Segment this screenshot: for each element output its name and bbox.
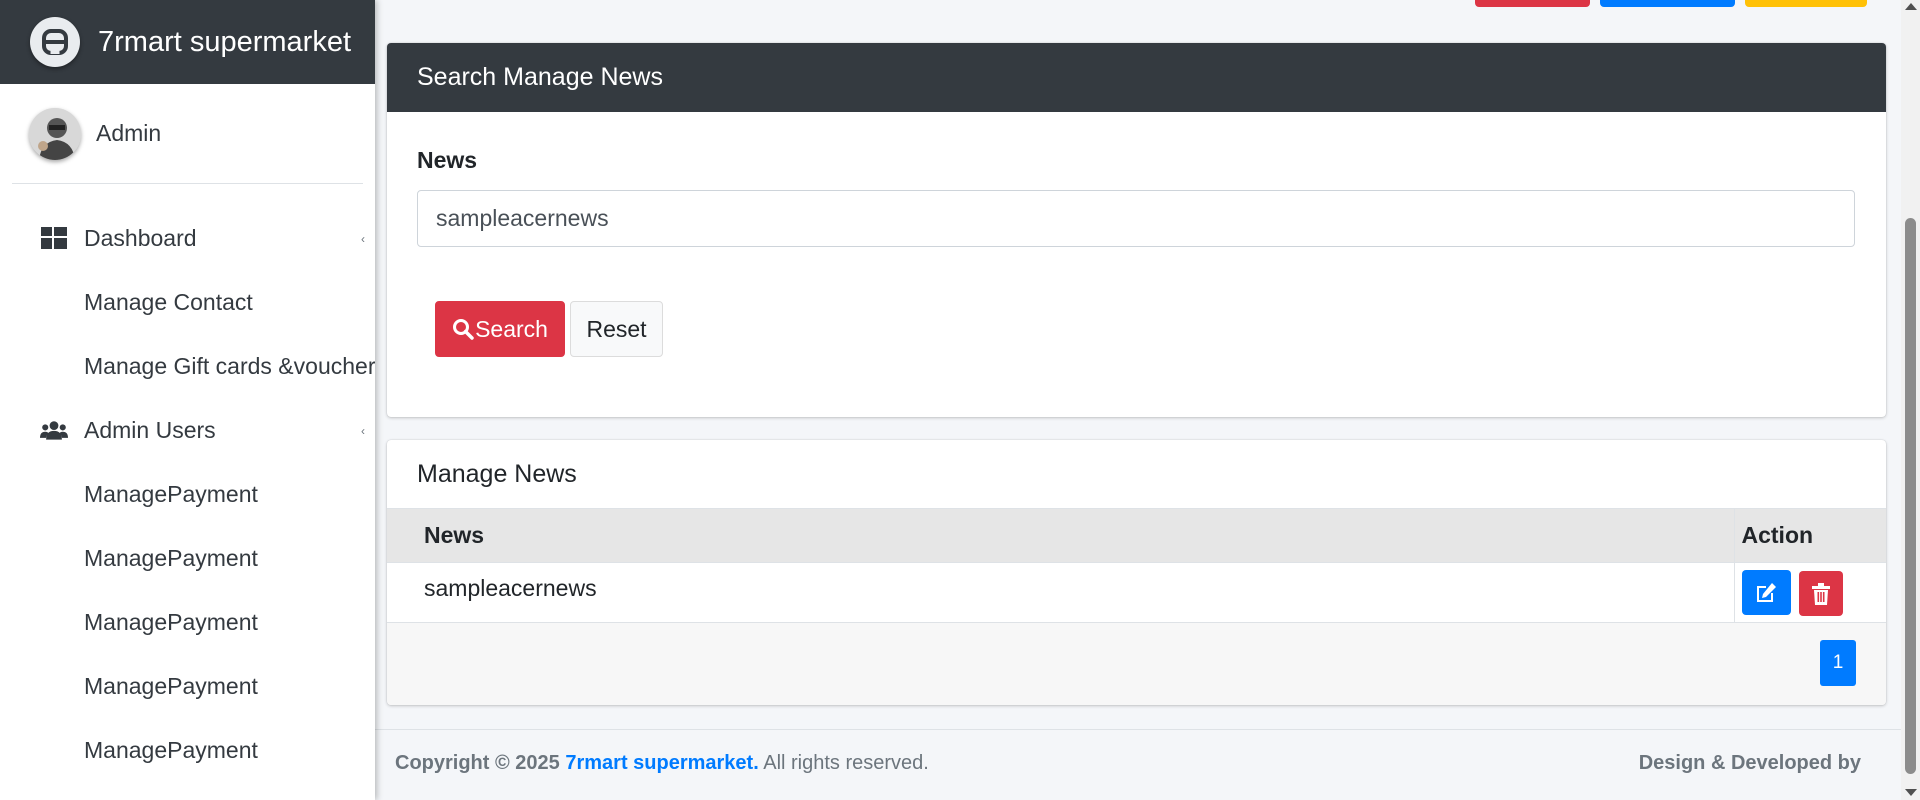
scroll-down-icon[interactable] bbox=[1905, 789, 1917, 796]
sidebar-item-label: Manage Contact bbox=[84, 288, 253, 315]
scroll-thumb[interactable] bbox=[1905, 218, 1916, 774]
copyright-text: Copyright © 2025 7rmart supermarket. All… bbox=[395, 752, 929, 775]
table-header-row: News Action bbox=[387, 508, 1886, 563]
top-action-buttons bbox=[1475, 0, 1867, 7]
main-content: Search Manage News News Search Reset Man… bbox=[375, 0, 1901, 800]
dashboard-icon bbox=[40, 224, 68, 252]
sidebar-item-manage-payment[interactable]: ManagePayment bbox=[0, 590, 375, 654]
brand-link[interactable]: 7rmart supermarket bbox=[0, 0, 375, 84]
news-table: News Action sampleacernews bbox=[387, 508, 1886, 623]
chevron-left-icon: ‹ bbox=[361, 232, 365, 246]
copyright-prefix: Copyright © 2025 bbox=[395, 752, 560, 774]
sidebar-item-label: Admin Users bbox=[84, 416, 216, 443]
search-card-title: Search Manage News bbox=[417, 63, 663, 91]
brand-name: 7rmart supermarket bbox=[98, 25, 352, 58]
column-header-news: News bbox=[387, 508, 1734, 563]
edit-icon bbox=[1757, 582, 1776, 602]
edit-button[interactable] bbox=[1741, 570, 1791, 615]
page-1-button[interactable]: 1 bbox=[1820, 640, 1856, 686]
action-cell bbox=[1733, 562, 1886, 623]
sidebar-item-label: ManagePayment bbox=[84, 608, 258, 635]
page-footer: Copyright © 2025 7rmart supermarket. All… bbox=[375, 729, 1901, 800]
sidebar-item-label: ManagePayment bbox=[84, 544, 258, 571]
sidebar-item-manage-payment[interactable]: ManagePayment bbox=[0, 718, 375, 782]
search-button-label: Search bbox=[475, 315, 548, 342]
sidebar-item-label: ManagePayment bbox=[84, 736, 258, 763]
chevron-left-icon: ‹ bbox=[361, 424, 365, 438]
search-button[interactable]: Search bbox=[435, 301, 565, 357]
news-cell: sampleacernews bbox=[387, 562, 1734, 623]
sidebar-item-label: Manage Gift cards &voucher bbox=[84, 352, 375, 379]
users-icon bbox=[40, 416, 68, 444]
developer-credit: Design & Developed by bbox=[1638, 752, 1861, 774]
pagination-footer: 1 bbox=[387, 623, 1886, 705]
user-panel[interactable]: Admin bbox=[12, 84, 363, 184]
sidebar-item-manage-payment[interactable]: ManagePayment bbox=[0, 462, 375, 526]
search-icon bbox=[453, 319, 474, 340]
news-list-card: Manage News News Action sampleacernews 1 bbox=[387, 440, 1886, 705]
column-header-action: Action bbox=[1733, 508, 1886, 563]
top-delete-button[interactable] bbox=[1475, 0, 1590, 7]
news-search-input[interactable] bbox=[417, 190, 1855, 247]
brand-logo-icon bbox=[30, 17, 80, 67]
sidebar-item-label: ManagePayment bbox=[84, 480, 258, 507]
search-card-header: Search Manage News bbox=[387, 43, 1886, 112]
top-refresh-button[interactable] bbox=[1745, 0, 1867, 7]
sidebar-item-manage-payment[interactable]: ManagePayment bbox=[0, 526, 375, 590]
sidebar-item-label: ManagePayment bbox=[84, 672, 258, 699]
sidebar: 7rmart supermarket Admin Dashboard ‹ Man… bbox=[0, 0, 375, 800]
news-list-title: Manage News bbox=[417, 460, 577, 488]
top-new-button[interactable] bbox=[1600, 0, 1735, 7]
sidebar-item-label: Dashboard bbox=[84, 224, 197, 251]
search-card: Search Manage News News Search Reset bbox=[387, 43, 1886, 417]
sidebar-item-manage-payment[interactable]: ManagePayment bbox=[0, 654, 375, 718]
sidebar-item-dashboard[interactable]: Dashboard ‹ bbox=[0, 206, 375, 270]
delete-button[interactable] bbox=[1798, 571, 1843, 616]
rights-text: All rights reserved. bbox=[763, 752, 929, 774]
table-row: sampleacernews bbox=[387, 562, 1886, 623]
footer-brand-link[interactable]: 7rmart supermarket. bbox=[565, 752, 758, 774]
trash-icon bbox=[1811, 582, 1830, 605]
sidebar-item-manage-contact[interactable]: Manage Contact bbox=[0, 270, 375, 334]
page-scrollbar[interactable] bbox=[1901, 0, 1920, 800]
sidebar-item-admin-users[interactable]: Admin Users ‹ bbox=[0, 398, 375, 462]
sidebar-item-manage-gift-cards[interactable]: Manage Gift cards &voucher bbox=[0, 334, 375, 398]
news-field-label: News bbox=[417, 147, 478, 173]
user-name: Admin bbox=[96, 120, 162, 146]
sidebar-nav: Dashboard ‹ Manage Contact Manage Gift c… bbox=[0, 206, 375, 782]
reset-button[interactable]: Reset bbox=[570, 301, 663, 357]
scroll-up-icon[interactable] bbox=[1905, 3, 1917, 10]
avatar bbox=[29, 107, 81, 160]
